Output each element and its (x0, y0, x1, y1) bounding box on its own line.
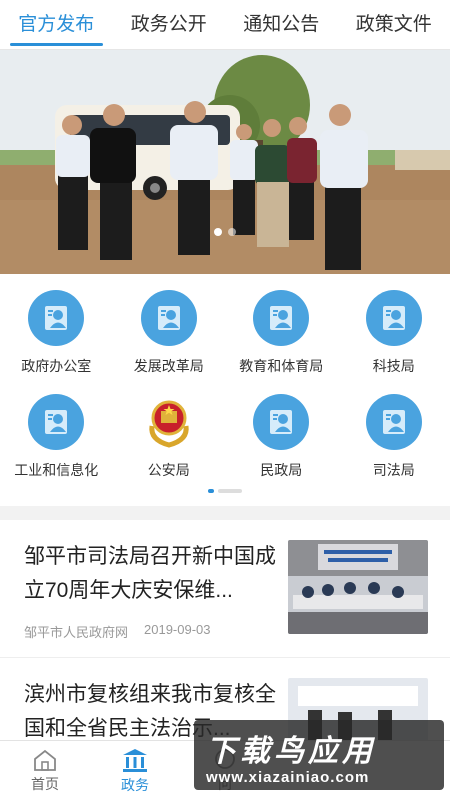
top-tab-bar: 官方发布 政务公开 通知公告 政策文件 (0, 0, 450, 50)
person-card-icon (365, 394, 422, 450)
department-grid-panel: 政府办公室 发展改革局 教育和体育局 科技局 工业和信息化 公安局 民政局 司法… (0, 274, 450, 506)
dept-label: 工业和信息化 (14, 462, 99, 478)
news-meta: 邹平市人民政府网 2019-09-03 (24, 622, 290, 641)
tab-policy-documents[interactable]: 政策文件 (338, 0, 450, 49)
news-list: 邹平市司法局召开新中国成立70周年大庆安保维... 邹平市人民政府网 2019-… (0, 520, 450, 740)
watermark-logo: 下载鸟应用 www.xiazainiao.com (194, 720, 444, 790)
dept-label: 教育和体育局 (239, 358, 324, 374)
page-indicator (218, 489, 242, 493)
dept-education-sports[interactable]: 教育和体育局 (225, 290, 338, 394)
person-card-icon (28, 394, 85, 450)
tab-notices[interactable]: 通知公告 (225, 0, 338, 49)
dept-development-reform[interactable]: 发展改革局 (113, 290, 226, 394)
banner-photo (0, 50, 450, 274)
news-thumbnail (288, 540, 428, 634)
banner-indicator (0, 228, 450, 236)
watermark-url: www.xiazainiao.com (206, 769, 370, 786)
government-icon (123, 748, 147, 772)
nav-label: 政务 (121, 776, 149, 793)
nav-government[interactable]: 政务 (90, 741, 180, 800)
grid-page-indicator (0, 489, 450, 493)
page-indicator-active (208, 489, 214, 493)
news-source: 邹平市人民政府网 (24, 625, 129, 640)
dept-public-security[interactable]: 公安局 (113, 394, 226, 498)
news-title: 邹平市司法局召开新中国成立70周年大庆安保维... (24, 545, 276, 602)
dept-label: 科技局 (372, 358, 415, 374)
tab-government-affairs[interactable]: 政务公开 (113, 0, 226, 49)
nav-home[interactable]: 首页 (0, 741, 90, 800)
banner-dot (228, 228, 236, 236)
dept-label: 民政局 (260, 462, 303, 478)
home-icon (34, 749, 56, 771)
dept-government-office[interactable]: 政府办公室 (0, 290, 113, 394)
dept-justice[interactable]: 司法局 (338, 394, 450, 498)
dept-label: 司法局 (372, 462, 415, 478)
dept-label: 政府办公室 (21, 358, 92, 374)
dept-science-technology[interactable]: 科技局 (338, 290, 450, 394)
nav-label: 首页 (31, 775, 59, 792)
police-emblem-icon (141, 394, 197, 450)
watermark-title: 下载鸟应用 (206, 735, 376, 768)
person-card-icon (253, 394, 310, 450)
dept-industry-it[interactable]: 工业和信息化 (0, 394, 113, 498)
news-banner-carousel[interactable] (0, 50, 450, 274)
dept-civil-affairs[interactable]: 民政局 (225, 394, 338, 498)
person-card-icon (28, 290, 85, 346)
person-card-icon (365, 290, 422, 346)
news-date: 2019-09-03 (144, 622, 211, 637)
dept-label: 公安局 (147, 462, 190, 478)
tab-official-release[interactable]: 官方发布 (0, 0, 113, 49)
person-card-icon (253, 290, 310, 346)
news-item[interactable]: 邹平市司法局召开新中国成立70周年大庆安保维... 邹平市人民政府网 2019-… (0, 520, 450, 658)
department-grid: 政府办公室 发展改革局 教育和体育局 科技局 工业和信息化 公安局 民政局 司法… (0, 274, 450, 498)
person-card-icon (140, 290, 197, 346)
banner-dot-active (214, 228, 222, 236)
dept-label: 发展改革局 (133, 358, 204, 374)
